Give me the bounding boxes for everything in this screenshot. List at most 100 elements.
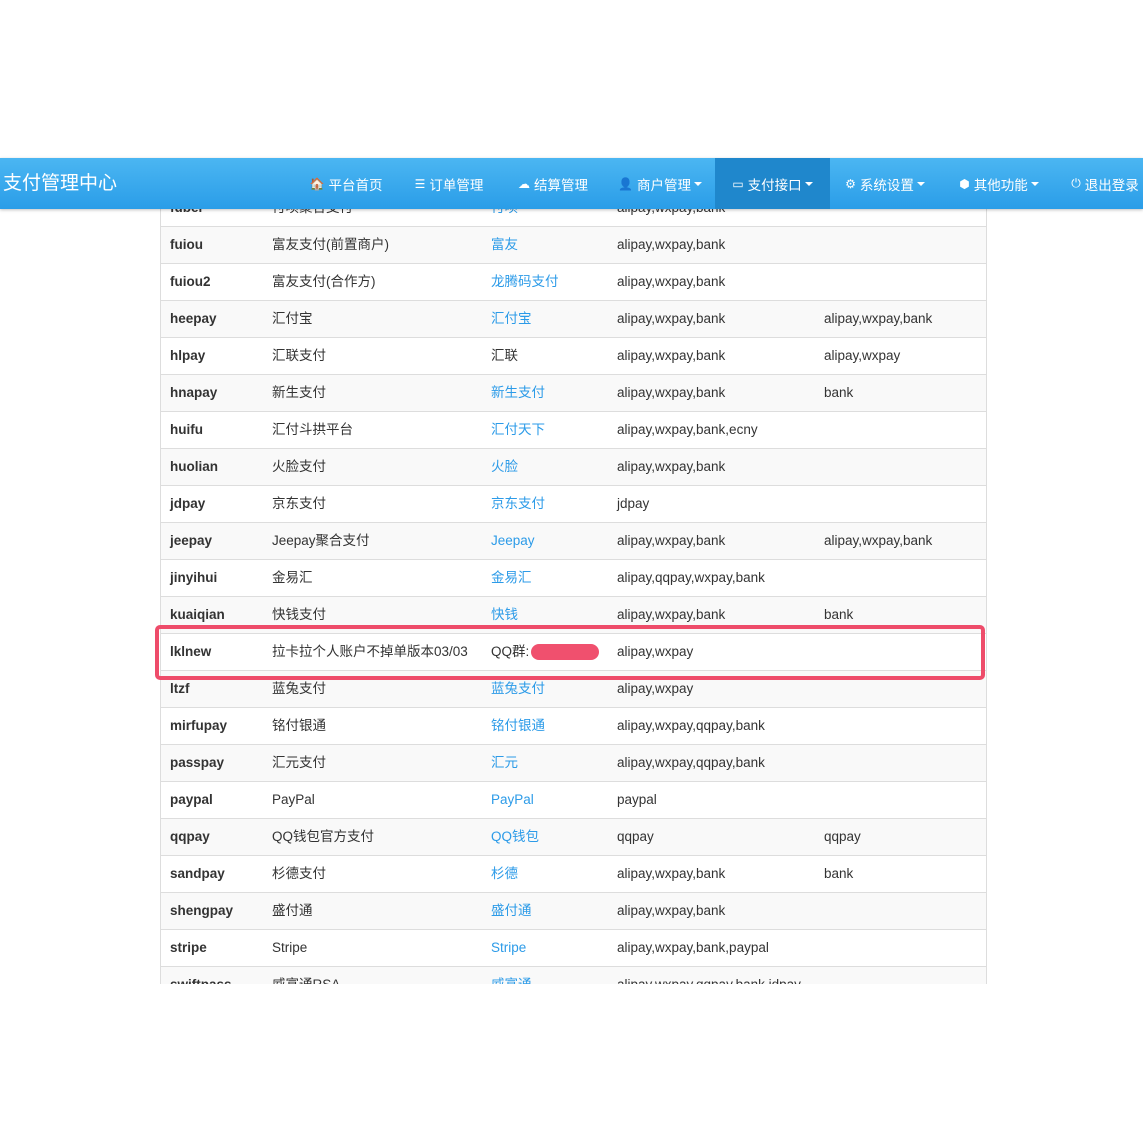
nav-item-6[interactable]: ⚙ 系统设置 xyxy=(832,158,938,209)
transfer-types: alipay,wxpay xyxy=(824,348,901,363)
cloud-icon: ☁ xyxy=(518,176,530,191)
plugin-name: 火脸支付 xyxy=(272,459,326,474)
nav-item-2[interactable]: ☰ 订单管理 xyxy=(403,158,495,209)
payment-types: alipay,qqpay,wxpay,bank xyxy=(617,570,765,585)
payment-types: alipay,wxpay,bank xyxy=(617,311,726,326)
plugin-link[interactable]: Jeepay xyxy=(491,523,535,559)
plugin-link[interactable]: 威富通 xyxy=(491,967,532,984)
plugin-code: huifu xyxy=(170,422,203,437)
plugin-link[interactable]: 汇元 xyxy=(491,745,518,781)
payment-types: alipay,wxpay,qqpay,bank xyxy=(617,718,765,733)
plugin-name: 京东支付 xyxy=(272,496,326,511)
nav-item-1[interactable]: 🏠 平台首页 xyxy=(298,158,394,209)
plugin-link[interactable]: 汇付天下 xyxy=(491,412,545,448)
brand-title[interactable]: 支付管理中心 xyxy=(3,158,117,209)
plugin-link[interactable]: 铭付银通 xyxy=(491,708,545,744)
plugin-link[interactable]: 杉德 xyxy=(491,856,518,892)
table-row: swiftpass 威富通RSA 威富通 alipay,wxpay,qqpay,ban… xyxy=(161,966,986,984)
plugin-code: fuiou xyxy=(170,237,203,252)
plugin-code: jdpay xyxy=(170,496,206,511)
nav-item-7[interactable]: ⬢ 其他功能 xyxy=(946,158,1052,209)
payment-types: alipay,wxpay,bank xyxy=(617,274,726,289)
payment-types: alipay,wxpay,bank,paypal xyxy=(617,940,769,955)
user-icon: 👤 xyxy=(618,176,633,191)
power-icon: ⏻ xyxy=(1071,176,1081,190)
payment-types: alipay,wxpay,bank xyxy=(617,237,726,252)
plugin-name: Stripe xyxy=(272,940,308,955)
plugin-code: sandpay xyxy=(170,866,225,881)
table-row: jinyihui 金易汇 金易汇 alipay,qqpay,wxpay,bank xyxy=(161,559,986,596)
plugin-code: qqpay xyxy=(170,829,210,844)
nav-item-3[interactable]: ☁ 结算管理 xyxy=(507,158,599,209)
plugin-code: hlpay xyxy=(170,348,206,363)
gear-icon: ⚙ xyxy=(845,176,856,191)
table-row: huifu 汇付斗拱平台 汇付天下 alipay,wxpay,bank,ecny xyxy=(161,411,986,448)
nav-item-5[interactable]: ▭ 支付接口 xyxy=(715,158,830,209)
payment-types: alipay,wxpay,bank xyxy=(617,533,726,548)
nav-label: 平台首页 xyxy=(328,177,383,193)
plugin-code: huolian xyxy=(170,459,218,474)
nav-item-4[interactable]: 👤 商户管理 xyxy=(611,158,709,209)
plugin-link[interactable]: 汇付宝 xyxy=(491,301,532,337)
table-row: passpay 汇元支付 汇元 alipay,wxpay,qqpay,bank xyxy=(161,744,986,781)
plugin-link[interactable]: 龙腾码支付 xyxy=(491,264,559,300)
payment-types: alipay,wxpay,bank,ecny xyxy=(617,422,758,437)
list-icon: ☰ xyxy=(414,176,426,191)
plugin-link[interactable]: Stripe xyxy=(491,930,526,966)
plugin-link: 汇联 xyxy=(491,348,518,363)
plugin-code: fuiou2 xyxy=(170,274,211,289)
plugin-code: passpay xyxy=(170,755,225,770)
transfer-types: bank xyxy=(824,385,854,400)
payment-types: jdpay xyxy=(617,496,650,511)
plugin-name: 汇付宝 xyxy=(272,311,313,326)
plugin-link[interactable]: 新生支付 xyxy=(491,375,545,411)
table-row: jeepay Jeepay聚合支付 Jeepay alipay,wxpay,bank a… xyxy=(161,522,986,559)
plugin-link[interactable]: 金易汇 xyxy=(491,560,532,596)
table-row: huolian 火脸支付 火脸 alipay,wxpay,bank xyxy=(161,448,986,485)
plugin-code: mirfupay xyxy=(170,718,228,733)
table-row: sandpay 杉德支付 杉德 alipay,wxpay,bank bank xyxy=(161,855,986,892)
credit-card-icon: ▭ xyxy=(732,176,744,191)
caret-down-icon xyxy=(916,181,925,186)
payment-types: alipay,wxpay,bank xyxy=(617,385,726,400)
table-row: paypal PayPal PayPal paypal xyxy=(161,781,986,818)
plugin-name: 威富通RSA xyxy=(272,967,340,984)
plugin-link[interactable]: 富友 xyxy=(491,227,518,263)
payment-types: qqpay xyxy=(617,829,654,844)
nav-item-8[interactable]: ⏻ 退出登录 xyxy=(1060,158,1143,209)
transfer-types: qqpay xyxy=(824,829,861,844)
plugin-name: 富友支付(合作方) xyxy=(272,274,376,289)
transfer-types: bank xyxy=(824,866,854,881)
table-row: stripe Stripe Stripe alipay,wxpay,bank,payp… xyxy=(161,929,986,966)
plugin-link[interactable]: PayPal xyxy=(491,782,534,818)
plugin-name: Jeepay聚合支付 xyxy=(272,533,370,548)
nav-label: 其他功能 xyxy=(973,177,1028,193)
table-row: hlpay 汇联支付 汇联 alipay,wxpay,bank alipay,wxpay xyxy=(161,337,986,374)
plugin-name: 金易汇 xyxy=(272,570,313,585)
payment-types: alipay,wxpay,bank xyxy=(617,866,726,881)
payment-plugin-table: fubei付呗聚合支付付呗alipay,wxpay,bankfuiou富友支付(… xyxy=(160,202,987,984)
plugin-link[interactable]: 火脸 xyxy=(491,449,518,485)
plugin-name: QQ钱包官方支付 xyxy=(272,829,375,844)
plugin-code: hnapay xyxy=(170,385,218,400)
plugin-code: heepay xyxy=(170,311,217,326)
plugin-name: 盛付通 xyxy=(272,903,313,918)
table-row: heepay 汇付宝 汇付宝 alipay,wxpay,bank alipay,wxpa… xyxy=(161,300,986,337)
payment-types: paypal xyxy=(617,792,657,807)
transfer-types: alipay,wxpay,bank xyxy=(824,533,933,548)
table-row: hnapay 新生支付 新生支付 alipay,wxpay,bank bank xyxy=(161,374,986,411)
plugin-link[interactable]: QQ钱包 xyxy=(491,819,539,855)
plugin-link[interactable]: 京东支付 xyxy=(491,486,545,522)
table-row: jdpay 京东支付 京东支付 jdpay xyxy=(161,485,986,522)
plugin-name: 新生支付 xyxy=(272,385,326,400)
plugin-link[interactable]: 盛付通 xyxy=(491,893,532,929)
payment-types: alipay,wxpay,qqpay,bank,jdpay xyxy=(617,967,801,984)
plugin-name: 富友支付(前置商户) xyxy=(272,237,389,252)
plugin-code: jinyihui xyxy=(170,570,218,585)
table-row: fuiou2 富友支付(合作方) 龙腾码支付 alipay,wxpay,bank xyxy=(161,263,986,300)
nav-label: 订单管理 xyxy=(429,177,484,193)
top-navbar: 支付管理中心 🏠 平台首页 ☰ 订单管理 ☁ 结算管理 👤 商户管理 ▭ 支付接口 ⚙ 系统设置 ⬢ 其他… xyxy=(0,158,1143,209)
plugin-name: PayPal xyxy=(272,792,315,807)
nav-label: 商户管理 xyxy=(636,177,691,193)
plugin-name: 铭付银通 xyxy=(272,718,326,733)
